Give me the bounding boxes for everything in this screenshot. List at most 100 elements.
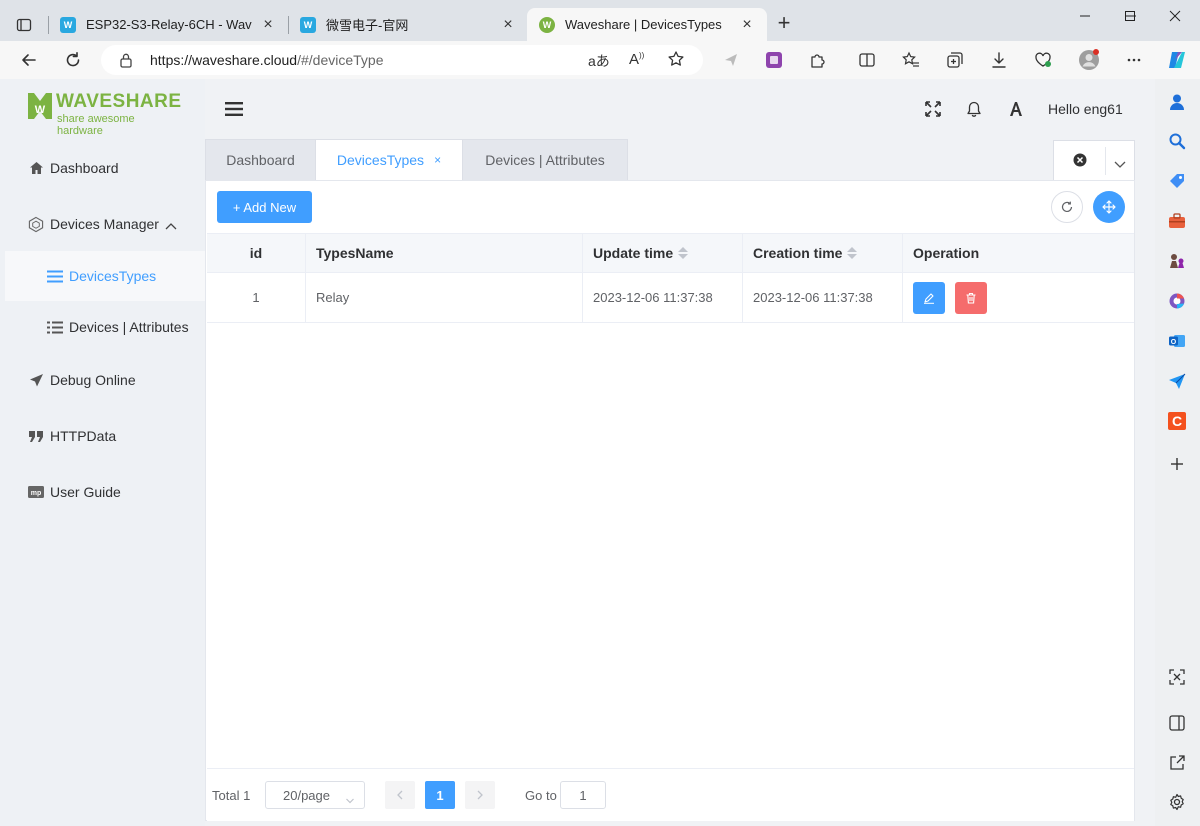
user-greeting[interactable]: Hello eng61 [1048,101,1123,117]
sidebar-layout-icon[interactable] [1167,713,1187,733]
sidebar-item-devicestypes[interactable]: DevicesTypes [5,251,205,301]
close-window-icon[interactable] [1152,0,1198,32]
browser-tab-waveshare-cn[interactable]: W 微雪电子-官网 × [288,8,528,41]
new-tab-icon[interactable]: + [772,12,796,36]
tag-dashboard[interactable]: Dashboard [205,139,316,180]
column-header-operation: Operation [903,234,1134,272]
cell-text: 2023-12-06 11:37:38 [593,290,713,305]
chevron-down-icon[interactable] [1114,156,1126,172]
browser-tab-devicestypes[interactable]: W Waveshare | DevicesTypes × [527,8,767,41]
next-page-button[interactable] [465,781,495,809]
sidebar-item-label: DevicesTypes [69,268,157,284]
read-aloud-translate-icon[interactable]: aあ [588,51,610,71]
profile-avatar-icon[interactable] [1074,46,1104,74]
copilot-icon[interactable] [1162,46,1192,74]
tracking-icon[interactable] [716,46,746,74]
hamburger-menu-icon[interactable] [225,101,243,117]
m365-icon[interactable] [1167,291,1187,311]
list-icon [47,268,63,284]
extensions-puzzle-icon[interactable] [803,46,833,74]
svg-text:mp: mp [31,490,42,497]
refresh-icon[interactable] [58,46,88,74]
column-header-label: Operation [913,245,980,261]
column-header-creation-time[interactable]: Creation time [743,234,903,272]
performance-heart-icon[interactable] [1028,46,1058,74]
svg-text:C: C [1172,413,1182,429]
sort-caret-icon[interactable] [847,247,858,259]
close-tag-icon[interactable]: × [434,153,441,167]
close-tab-icon[interactable]: × [739,16,755,34]
column-header-update-time[interactable]: Update time [583,234,743,272]
sidebar-item-devices-attributes[interactable]: Devices | Attributes [0,302,205,352]
table-row: 1 Relay 2023-12-06 11:37:38 2023-12-06 1… [207,273,1134,323]
url-path: /#/deviceType [297,52,384,68]
browser-tab-title: Waveshare | DevicesTypes [565,17,722,32]
split-screen-icon[interactable] [852,46,882,74]
pagination: Total 1 20/page 1 Go to [207,768,1134,821]
sort-caret-icon[interactable] [678,247,689,259]
address-bar[interactable]: https://waveshare.cloud/#/deviceType aあ … [101,45,703,75]
waveshare-favicon-icon: W [60,16,76,33]
column-header-label: TypesName [316,245,394,261]
tab-actions-icon[interactable] [8,9,40,41]
column-header-label: Update time [593,245,674,261]
games-chess-icon[interactable] [1167,251,1187,271]
goto-page-input[interactable] [560,781,606,809]
waveshare-logo[interactable]: W WAVESHARE share awesome hardware [26,89,182,137]
minimize-icon[interactable] [1062,0,1108,32]
sidebar-item-devices-manager[interactable]: Devices Manager [0,199,205,249]
collections-icon[interactable] [940,46,970,74]
maximize-icon[interactable] [1107,0,1153,32]
extension-purple-icon[interactable] [759,46,789,74]
search-icon[interactable] [1167,131,1187,151]
delete-button[interactable] [955,281,987,314]
profile-person-icon[interactable] [1167,92,1187,112]
read-aloud-icon[interactable]: A)) [629,51,644,68]
refresh-table-button[interactable] [1051,191,1083,223]
back-icon[interactable] [14,46,44,74]
add-sidebar-app-icon[interactable] [1167,454,1187,474]
font-size-icon[interactable] [1006,99,1026,119]
more-menu-icon[interactable] [1119,46,1149,74]
trash-icon [966,292,976,304]
send-plane-icon[interactable] [1167,371,1187,391]
edit-button[interactable] [913,281,945,314]
close-tab-icon[interactable]: × [500,16,516,34]
page-1-button[interactable]: 1 [425,781,455,809]
fullscreen-icon[interactable] [923,99,943,119]
tag-devicestypes[interactable]: DevicesTypes × [315,139,463,180]
c-app-icon[interactable]: C [1167,411,1187,431]
url-host: https://waveshare.cloud [150,52,298,68]
sidebar-item-debug-online[interactable]: Debug Online [0,355,205,405]
sidebar-item-httpdata[interactable]: HTTPData [0,411,205,461]
favorites-icon[interactable] [896,46,926,74]
close-all-tags-icon[interactable] [1073,153,1087,170]
screenshot-icon[interactable] [1167,667,1187,687]
lock-icon[interactable] [119,52,133,71]
add-new-button[interactable]: + Add New [217,191,312,223]
page-size-select[interactable]: 20/page [265,781,365,809]
send-icon [28,372,44,388]
shopping-tag-icon[interactable] [1167,171,1187,191]
add-new-label: + Add New [232,199,297,215]
move-arrows-icon [1102,200,1116,214]
notification-bell-icon[interactable] [964,99,984,119]
sidebar-item-user-guide[interactable]: mp User Guide [0,467,205,517]
sidebar-item-dashboard[interactable]: Dashboard [0,143,205,193]
favorite-star-icon[interactable] [667,50,685,71]
column-header-label: Creation time [753,245,843,261]
browser-tab-esp32[interactable]: W ESP32-S3-Relay-6CH - Waveshare × [48,8,288,41]
close-tab-icon[interactable]: × [260,16,276,34]
settings-gear-icon[interactable] [1167,792,1187,812]
pagination-total: Total 1 [212,788,251,803]
outlook-icon[interactable]: O [1167,331,1187,351]
tools-briefcase-icon[interactable] [1167,211,1187,231]
divider [1105,147,1106,175]
move-button[interactable] [1093,191,1125,223]
external-open-icon[interactable] [1167,753,1187,773]
cell-operation [903,273,1134,322]
prev-page-button[interactable] [385,781,415,809]
tag-devices-attributes[interactable]: Devices | Attributes [462,139,628,180]
downloads-icon[interactable] [984,46,1014,74]
refresh-icon [1061,201,1073,213]
